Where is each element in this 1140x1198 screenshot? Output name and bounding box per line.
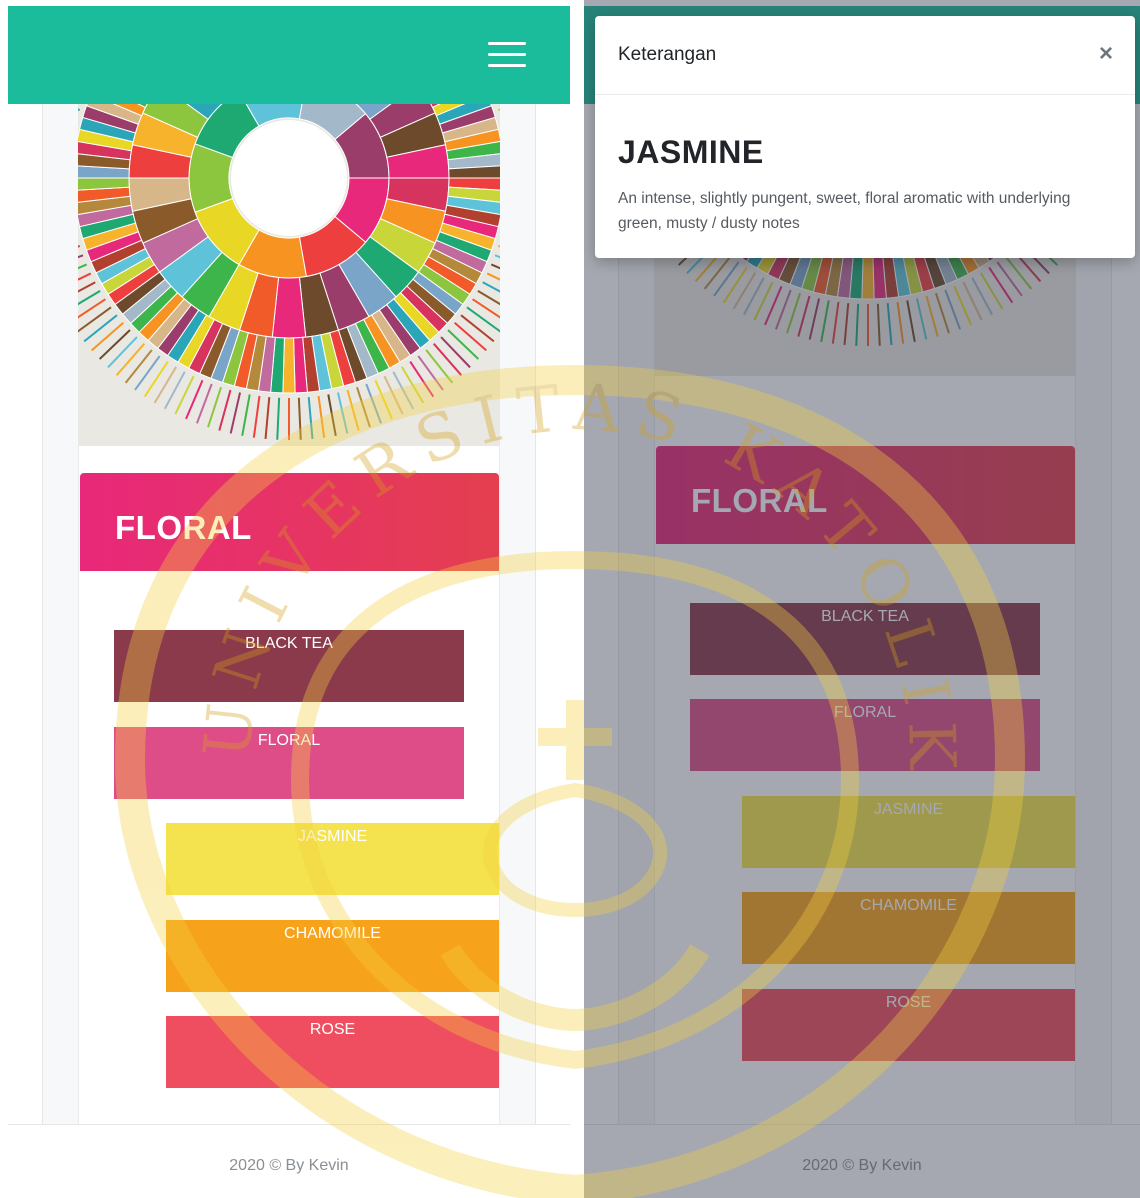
modal-header: Keterangan ×: [595, 16, 1135, 95]
card-header: FLORAL: [80, 473, 499, 571]
flavor-chamomile[interactable]: CHAMOMILE: [166, 920, 499, 992]
flavor-floral[interactable]: FLORAL: [114, 727, 464, 799]
flavor-wheel-image: [78, 104, 500, 446]
card-title: FLORAL: [115, 509, 252, 546]
hamburger-icon[interactable]: [488, 42, 526, 68]
top-navbar: [8, 6, 570, 104]
flavor-wheel-graphic: [78, 104, 500, 440]
flavor-rose[interactable]: ROSE: [166, 1016, 499, 1088]
flavor-jasmine[interactable]: JASMINE: [166, 823, 499, 895]
modal-title: Keterangan: [618, 44, 717, 65]
left-screen: FLORAL BLACK TEA FLORAL JASMINE CHAMOMIL…: [8, 0, 570, 1198]
flavor-label: CHAMOMILE: [284, 925, 381, 942]
description-modal: Keterangan × JASMINE An intense, slightl…: [595, 16, 1135, 258]
flavor-label: JASMINE: [297, 828, 368, 845]
flavor-description: An intense, slightly pungent, sweet, flo…: [618, 190, 1071, 232]
flavor-label: ROSE: [309, 1021, 356, 1038]
right-screen: FLORAL BLACK TEA FLORAL JASMINE CHAMOMIL…: [584, 0, 1140, 1198]
flavor-label: BLACK TEA: [245, 635, 333, 652]
flavor-name: JASMINE: [618, 134, 764, 170]
close-icon[interactable]: ×: [1099, 40, 1113, 68]
flavor-black-tea[interactable]: BLACK TEA: [114, 630, 464, 702]
footer: 2020 © By Kevin: [8, 1124, 570, 1198]
flavor-label: FLORAL: [257, 732, 321, 749]
footer-text: 2020 © By Kevin: [229, 1157, 349, 1174]
